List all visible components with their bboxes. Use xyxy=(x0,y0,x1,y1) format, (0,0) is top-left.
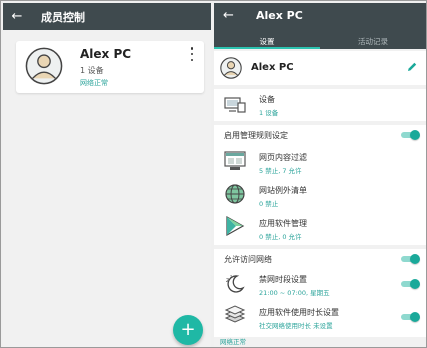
page-title: 成员控制 xyxy=(41,10,85,24)
app-time-label[interactable]: 应用软件使用时长设置 xyxy=(259,307,339,318)
user-avatar-icon xyxy=(25,47,63,85)
tab-activity-log[interactable]: 活动记录 xyxy=(320,31,426,49)
user-avatar-icon xyxy=(220,57,242,79)
rules-toggle[interactable] xyxy=(401,129,420,140)
edit-pencil-icon[interactable] xyxy=(406,61,418,73)
devices-icon xyxy=(224,97,246,113)
blocked-time-toggle[interactable] xyxy=(401,278,420,289)
app-manage-label[interactable]: 应用软件管理 xyxy=(259,218,307,229)
exception-list-summary: 0 禁止 xyxy=(259,200,279,208)
moon-icon: z z xyxy=(226,274,245,293)
blocked-time-label[interactable]: 禁网时段设置 xyxy=(259,274,307,285)
devices-count: 1 设备 xyxy=(259,109,279,117)
svg-text:z: z xyxy=(230,274,232,279)
app-bar: ← 成员控制 xyxy=(3,3,211,30)
app-manage-summary: 0 禁止, 0 允许 xyxy=(259,233,302,241)
devices-label: 设备 xyxy=(259,95,275,104)
member-control-screen: ← 成员控制 Alex PC 1 设备 网络正常 + xyxy=(3,3,211,347)
access-toggle[interactable] xyxy=(401,253,420,264)
detail-title: Alex PC xyxy=(256,9,303,22)
more-options-icon[interactable] xyxy=(188,47,196,61)
globe-list-icon xyxy=(225,184,245,204)
rules-section: 启用管理规则设定 网页内容过滤 5 禁止, 7 允许 网站例外清单 0 禁止 应… xyxy=(214,125,426,245)
app-time-toggle[interactable] xyxy=(401,311,420,322)
exception-list-label[interactable]: 网站例外清单 xyxy=(259,185,307,196)
back-arrow-icon[interactable]: ← xyxy=(3,9,31,24)
detail-app-bar: ← Alex PC 设置 活动记录 xyxy=(214,3,426,49)
member-card[interactable]: Alex PC 1 设备 网络正常 xyxy=(16,41,204,93)
blocked-time-summary: 21:00 ~ 07:00, 星期五 xyxy=(259,289,330,297)
app-stack-icon xyxy=(224,305,246,323)
tab-settings[interactable]: 设置 xyxy=(214,31,320,49)
devices-row[interactable]: 设备 1 设备 xyxy=(214,89,426,121)
back-arrow-icon[interactable]: ← xyxy=(223,8,234,23)
add-member-button[interactable]: + xyxy=(173,315,203,345)
member-detail-screen: ← Alex PC 设置 活动记录 Alex PC 设备 1 设备 启用管理规则… xyxy=(214,3,426,347)
member-network-status: 网络正常 xyxy=(80,79,108,87)
app-time-summary: 社交网络使用时长 未设置 xyxy=(259,322,333,330)
screenshot-frame: ← 成员控制 Alex PC 1 设备 网络正常 + ← Alex PC 设置 … xyxy=(0,0,427,348)
network-status-footer: 网络正常 xyxy=(220,338,246,346)
web-filter-icon xyxy=(224,151,246,170)
rules-section-title: 启用管理规则设定 xyxy=(224,131,288,140)
profile-row[interactable]: Alex PC xyxy=(214,51,426,85)
network-access-section: 允许访问网络 z z 禁网时段设置 21:00 ~ 07:00, 星期五 应用软… xyxy=(214,249,426,337)
web-filter-summary: 5 禁止, 7 允许 xyxy=(259,167,302,175)
member-name: Alex PC xyxy=(80,47,132,61)
tab-bar: 设置 活动记录 xyxy=(214,31,426,49)
member-device-count: 1 设备 xyxy=(80,66,104,75)
profile-name: Alex PC xyxy=(251,62,294,73)
svg-text:z: z xyxy=(226,277,229,284)
access-section-title: 允许访问网络 xyxy=(224,255,272,264)
play-store-icon xyxy=(226,215,245,237)
web-filter-label[interactable]: 网页内容过滤 xyxy=(259,152,307,163)
